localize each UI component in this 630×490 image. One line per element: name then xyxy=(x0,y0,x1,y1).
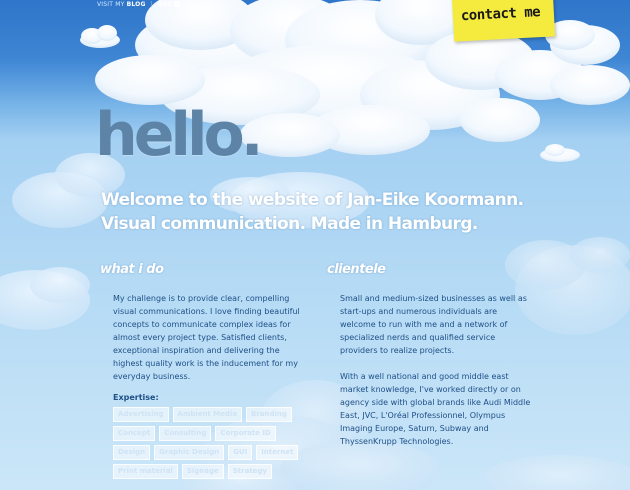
expertise-label: Expertise: xyxy=(113,393,159,402)
expertise-tag[interactable]: Corporate ID xyxy=(215,426,276,441)
what-i-do-heading: what i do xyxy=(100,262,164,277)
rss-icon[interactable] xyxy=(173,0,180,7)
expertise-tag[interactable]: Ambient Media xyxy=(172,407,242,422)
blog-link[interactable]: BLOG xyxy=(127,1,146,8)
expertise-tag[interactable]: Signage xyxy=(181,464,224,479)
expertise-tag[interactable]: GUI xyxy=(228,445,253,460)
expertise-tag[interactable]: Concept xyxy=(113,426,156,441)
welcome-line-1: Welcome to the website of Jan-Eike Koorm… xyxy=(101,190,524,210)
clouds-decoration xyxy=(0,0,630,490)
expertise-tag[interactable]: Design xyxy=(113,445,151,460)
expertise-tag[interactable]: Advertising xyxy=(113,407,169,422)
top-nav: VISIT MY BLOG | RSS xyxy=(97,0,180,9)
clientele-text: Small and medium-sized businesses as wel… xyxy=(340,292,535,461)
visit-label: VISIT xyxy=(97,1,114,8)
my-label: MY xyxy=(115,1,125,8)
what-i-do-text: My challenge is to provide clear, compel… xyxy=(113,292,303,396)
expertise-tag[interactable]: Graphic Design xyxy=(154,445,225,460)
expertise-tag[interactable]: Internet xyxy=(256,445,299,460)
expertise-tag[interactable]: Branding xyxy=(245,407,292,422)
expertise-tags: Advertising Ambient Media Branding Concept C… xyxy=(113,407,303,483)
clientele-heading: clientele xyxy=(327,262,386,277)
hello-heading: hello. xyxy=(95,100,264,170)
contact-me-label: contact me xyxy=(460,4,541,25)
contact-me-button[interactable]: contact me xyxy=(451,0,556,42)
nav-separator: | xyxy=(150,1,153,8)
welcome-tagline: Welcome to the website of Jan-Eike Koorm… xyxy=(101,188,571,236)
expertise-tag[interactable]: Strategy xyxy=(227,464,272,479)
expertise-tag[interactable]: Consulting xyxy=(159,426,212,441)
what-i-do-paragraph: My challenge is to provide clear, compel… xyxy=(113,294,300,381)
welcome-line-2: Visual communication. Made in Hamburg. xyxy=(101,214,478,234)
rss-link[interactable]: RSS xyxy=(158,1,172,8)
clientele-paragraph-2: With a well national and good middle eas… xyxy=(340,372,531,446)
clientele-paragraph-1: Small and medium-sized businesses as wel… xyxy=(340,294,527,355)
expertise-tag[interactable]: Print material xyxy=(113,464,178,479)
